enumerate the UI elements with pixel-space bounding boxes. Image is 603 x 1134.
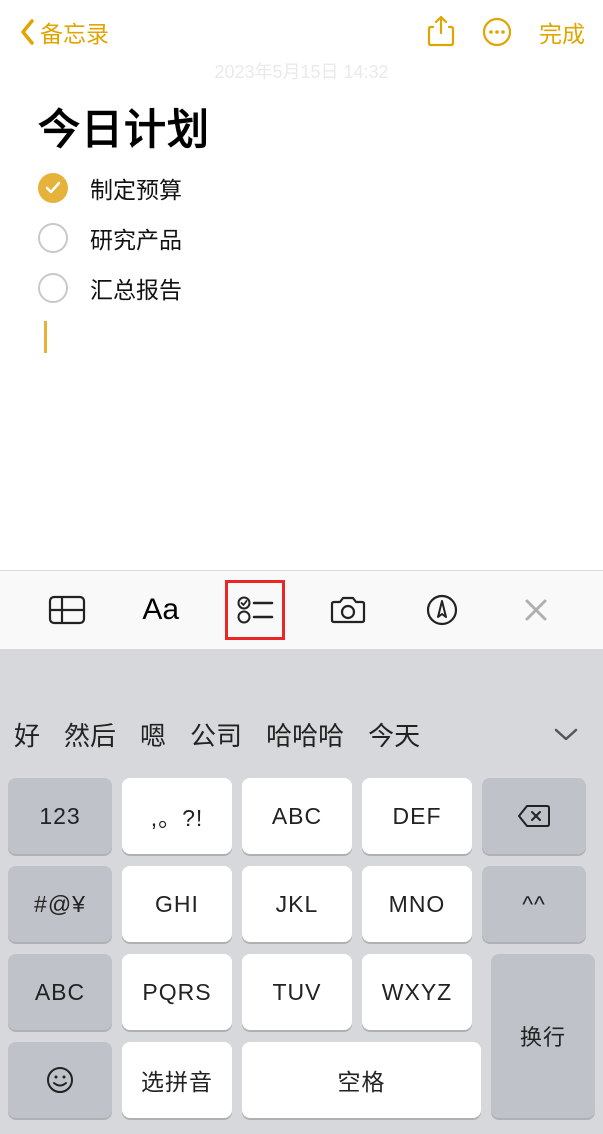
spacer	[0, 353, 603, 570]
camera-button[interactable]	[318, 580, 378, 640]
key-punctuation[interactable]: ,。?!	[122, 778, 232, 854]
checklist-item[interactable]: 研究产品	[38, 221, 565, 255]
key-abc-mode[interactable]: ABC	[8, 954, 112, 1030]
text-cursor	[44, 321, 47, 353]
camera-icon	[328, 594, 368, 626]
key-delete[interactable]	[482, 778, 586, 854]
key-mno[interactable]: MNO	[362, 866, 472, 942]
chevron-left-icon	[18, 17, 38, 47]
nav-header: 备忘录 完成	[0, 0, 603, 64]
checkbox-unchecked-icon[interactable]	[38, 223, 68, 253]
key-tuv[interactable]: TUV	[242, 954, 352, 1030]
keyboard-gap	[0, 650, 603, 700]
key-jkl[interactable]: JKL	[242, 866, 352, 942]
key-enter[interactable]: 换行	[491, 954, 595, 1118]
checklist-item[interactable]: 制定预算	[38, 171, 565, 205]
checklist-item-label[interactable]: 研究产品	[90, 221, 182, 255]
emoji-icon	[45, 1065, 75, 1095]
text-format-button[interactable]: Aa	[131, 580, 191, 640]
note-body[interactable]: 今日计划 制定预算 研究产品 汇总报告	[0, 84, 603, 353]
suggestion-bar: 好 然后 嗯 公司 哈哈哈 今天	[0, 700, 603, 768]
key-ghi[interactable]: GHI	[122, 866, 232, 942]
done-button[interactable]: 完成	[539, 15, 585, 49]
checkbox-checked-icon[interactable]	[38, 173, 68, 203]
suggestion-word[interactable]: 哈哈哈	[266, 716, 344, 753]
suggestion-word[interactable]: 嗯	[140, 716, 166, 753]
key-emoji[interactable]	[8, 1042, 112, 1118]
back-label: 备忘录	[40, 15, 109, 49]
key-pqrs[interactable]: PQRS	[122, 954, 232, 1030]
checklist-item-label[interactable]: 制定预算	[90, 171, 182, 205]
delete-icon	[517, 804, 551, 828]
key-123[interactable]: 123	[8, 778, 112, 854]
checklist-item[interactable]: 汇总报告	[38, 271, 565, 305]
dismiss-toolbar-button[interactable]	[506, 580, 566, 640]
suggestion-word[interactable]: 今天	[368, 716, 420, 753]
key-select-pinyin[interactable]: 选拼音	[122, 1042, 232, 1118]
key-wxyz[interactable]: WXYZ	[362, 954, 472, 1030]
key-abc[interactable]: ABC	[242, 778, 352, 854]
keyboard: 123 ,。?! ABC DEF #@¥ GHI JKL MNO ^^ ABC	[0, 768, 603, 1134]
key-space[interactable]: 空格	[242, 1042, 481, 1118]
table-icon	[48, 595, 86, 625]
key-kaomoji[interactable]: ^^	[482, 866, 586, 942]
checklist-button[interactable]	[225, 580, 285, 640]
header-actions: 完成	[427, 15, 585, 49]
suggestion-word[interactable]: 好	[14, 716, 40, 753]
close-icon	[523, 597, 549, 623]
aa-icon: Aa	[142, 593, 179, 627]
markup-button[interactable]	[412, 580, 472, 640]
back-button[interactable]: 备忘录	[18, 15, 109, 49]
markup-icon	[425, 593, 459, 627]
checklist-icon	[236, 594, 274, 626]
more-icon[interactable]	[481, 16, 513, 48]
key-def[interactable]: DEF	[362, 778, 472, 854]
checklist-item-label[interactable]: 汇总报告	[90, 271, 182, 305]
suggestion-word[interactable]: 公司	[190, 716, 242, 753]
checkbox-unchecked-icon[interactable]	[38, 273, 68, 303]
timestamp: 2023年5月15日 14:32	[0, 58, 603, 84]
share-icon[interactable]	[427, 15, 455, 49]
note-title[interactable]: 今日计划	[38, 96, 565, 157]
chevron-down-icon[interactable]	[553, 726, 579, 742]
suggestion-word[interactable]: 然后	[64, 716, 116, 753]
key-symbols[interactable]: #@¥	[8, 866, 112, 942]
formatting-toolbar: Aa	[0, 570, 603, 650]
table-button[interactable]	[37, 580, 97, 640]
